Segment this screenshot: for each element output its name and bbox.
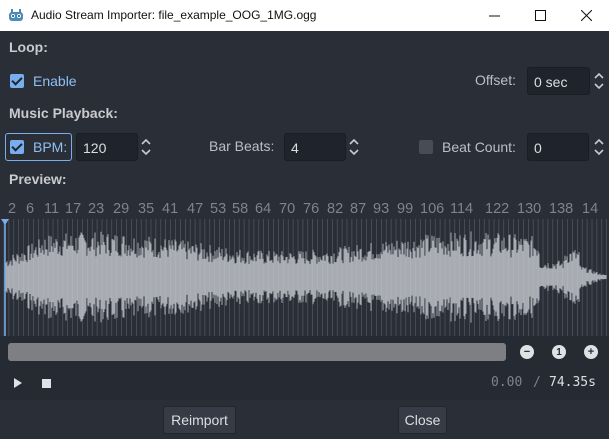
beat-ruler: 2 6 11 17 23 29 35 41 47 53 58 64 70 76 82 87 93 99 106 114…	[0, 201, 609, 219]
beat-tick-label: 53	[210, 201, 227, 217]
minimize-button[interactable]	[471, 0, 517, 31]
beat-tick-label: 6	[26, 201, 35, 217]
bpm-checkbox[interactable]	[10, 140, 24, 154]
beat-tick-label: 14	[582, 201, 599, 217]
beat-tick-label: 87	[350, 201, 367, 217]
zoom-out-icon[interactable]: −	[520, 345, 534, 359]
beat-count-checkbox[interactable]	[419, 140, 433, 154]
bpm-label[interactable]: BPM:	[33, 139, 67, 155]
beat-count-label[interactable]: Beat Count:	[442, 139, 516, 155]
zoom-in-icon[interactable]: +	[584, 345, 598, 359]
beat-tick-label: 29	[113, 201, 130, 217]
close-icon	[580, 10, 592, 21]
bpm-spinner-icon[interactable]	[140, 136, 152, 158]
beat-count-spinner-icon[interactable]	[593, 136, 605, 158]
close-button[interactable]: Close	[398, 406, 447, 434]
current-time: 0.00	[491, 375, 523, 390]
beat-count-field[interactable]: 0	[527, 133, 589, 161]
godot-icon	[9, 9, 23, 21]
offset-spinner-icon[interactable]	[593, 70, 605, 92]
beat-tick-label: 138	[549, 201, 574, 217]
window-title: Audio Stream Importer: file_example_OOG_…	[31, 8, 317, 22]
beat-tick-label: 47	[187, 201, 204, 217]
beat-tick-label: 23	[88, 201, 105, 217]
beat-tick-label: 17	[65, 201, 82, 217]
beat-tick-label: 76	[303, 201, 320, 217]
beat-tick-label: 122	[485, 201, 510, 217]
loop-enable-label[interactable]: Enable	[33, 73, 77, 89]
maximize-button[interactable]	[517, 0, 563, 31]
preview-scrollbar[interactable]	[8, 343, 506, 361]
beat-tick-label: 93	[373, 201, 390, 217]
waveform-display[interactable]	[0, 219, 609, 336]
title-bar: Audio Stream Importer: file_example_OOG_…	[0, 0, 609, 31]
bar-beats-field[interactable]: 4	[284, 133, 346, 161]
beat-tick-label: 99	[397, 201, 414, 217]
minimize-icon	[488, 15, 500, 17]
beat-tick-label: 2	[8, 201, 17, 217]
beat-tick-label: 58	[232, 201, 249, 217]
loop-section-label: Loop:	[9, 39, 48, 55]
offset-field[interactable]: 0 sec	[527, 67, 590, 95]
beat-tick-label: 106	[420, 201, 445, 217]
beat-tick-label: 130	[517, 201, 542, 217]
loop-enable-checkbox[interactable]	[10, 74, 24, 88]
time-separator: /	[533, 375, 541, 390]
bar-beats-spinner-icon[interactable]	[348, 136, 360, 158]
beat-tick-label: 35	[138, 201, 155, 217]
stop-icon[interactable]	[42, 379, 51, 388]
maximize-icon	[534, 10, 546, 21]
beat-tick-label: 11	[44, 201, 60, 217]
beat-tick-label: 41	[162, 201, 179, 217]
zoom-reset-button[interactable]: 1	[552, 345, 566, 359]
beat-tick-label: 64	[255, 201, 272, 217]
play-icon[interactable]	[14, 378, 22, 388]
offset-label: Offset:	[475, 72, 516, 88]
close-window-button[interactable]	[563, 0, 609, 31]
bar-beats-label: Bar Beats:	[209, 138, 275, 154]
preview-section-label: Preview:	[9, 171, 67, 187]
bpm-field[interactable]: 120	[76, 133, 138, 161]
beat-tick-label: 70	[279, 201, 296, 217]
music-playback-section-label: Music Playback:	[9, 105, 118, 121]
playhead-handle[interactable]	[1, 219, 9, 225]
beat-tick-label: 82	[327, 201, 344, 217]
reimport-button[interactable]: Reimport	[163, 406, 236, 434]
beat-tick-label: 114	[450, 201, 474, 217]
total-time: 74.35s	[549, 375, 596, 390]
